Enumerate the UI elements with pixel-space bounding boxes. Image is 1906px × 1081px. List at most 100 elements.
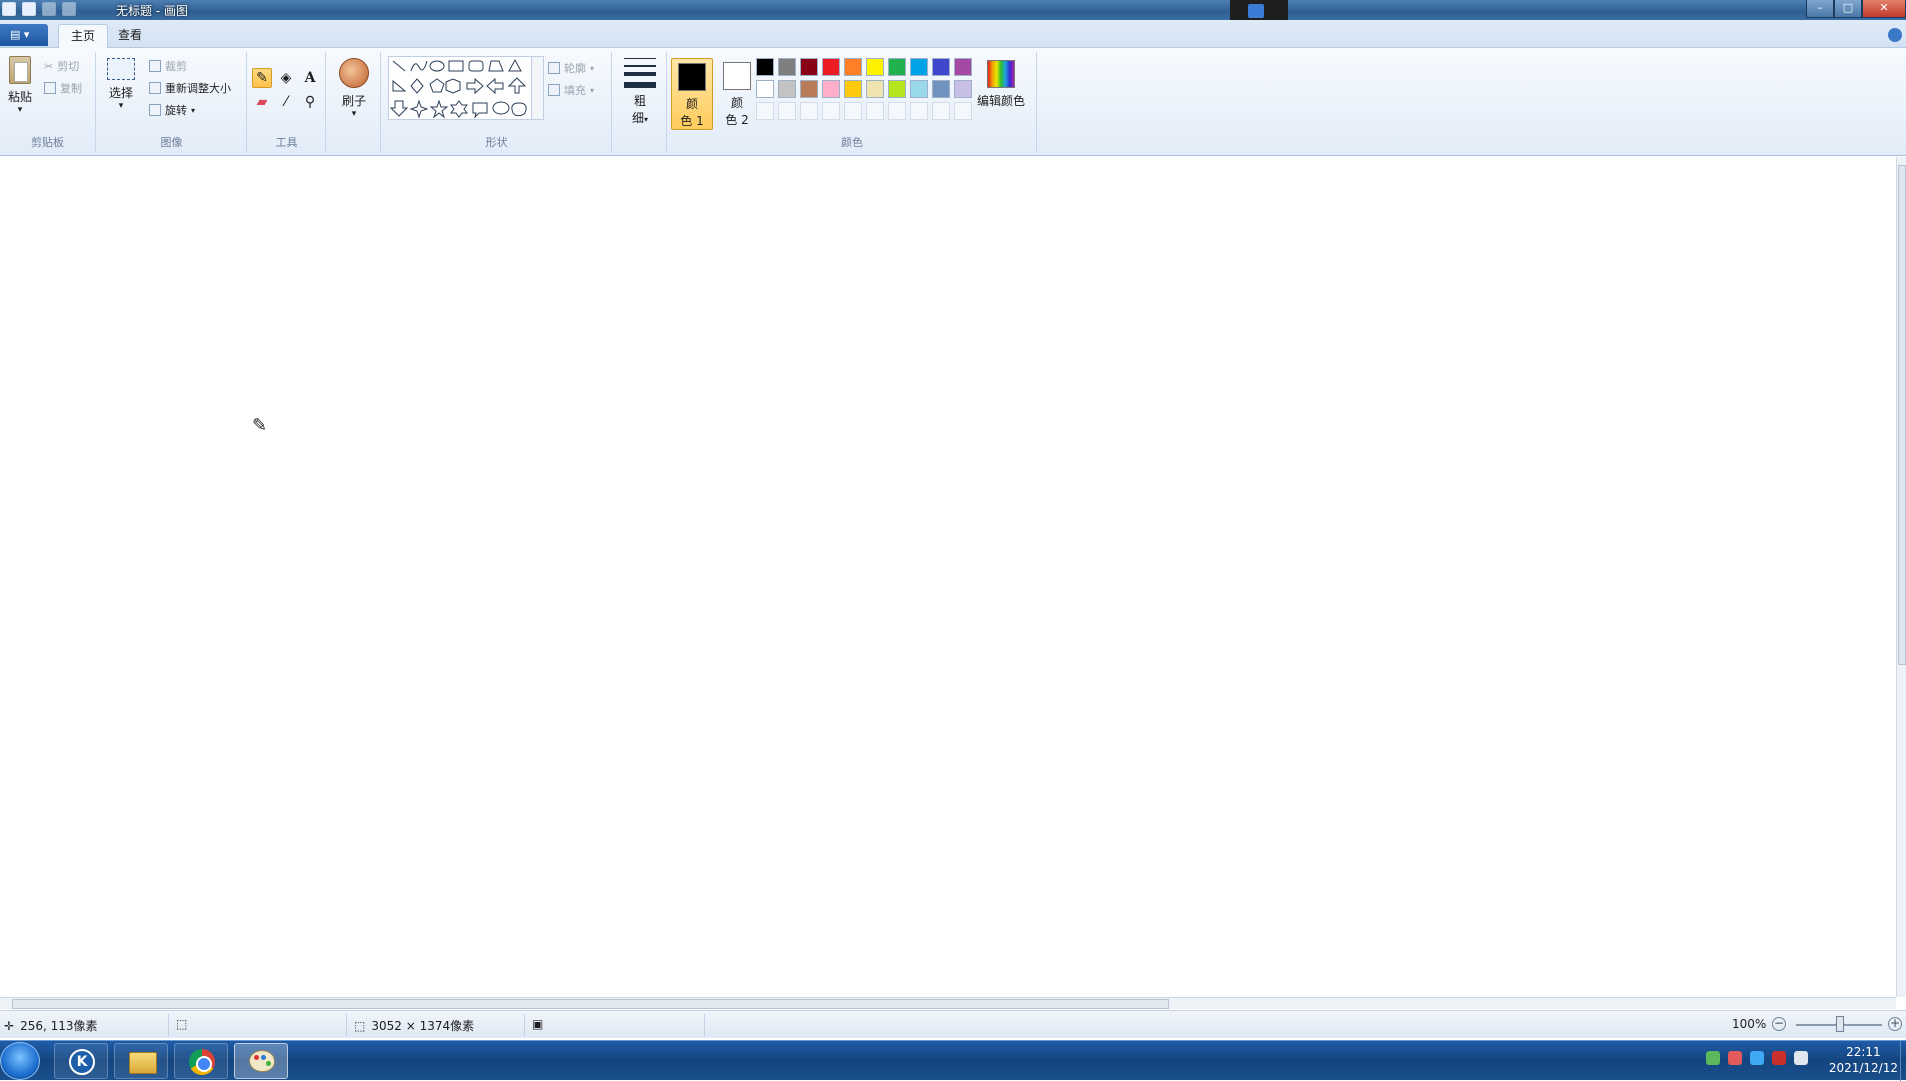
status-divider <box>346 1014 347 1036</box>
clock-time: 22:11 <box>1846 1045 1881 1059</box>
color2-label-1: 颜 <box>730 96 743 110</box>
color2-label-2: 色 2 <box>725 113 749 127</box>
palette-swatch[interactable] <box>756 58 774 76</box>
horizontal-scrollbar[interactable] <box>0 997 1896 1009</box>
maximize-button[interactable]: □ <box>1834 0 1862 18</box>
custom-color-slot[interactable] <box>778 102 796 120</box>
zoom-slider-thumb[interactable] <box>1836 1016 1844 1032</box>
palette-swatch[interactable] <box>778 80 796 98</box>
palette-swatch[interactable] <box>888 80 906 98</box>
palette-swatch[interactable] <box>822 58 840 76</box>
palette-swatch[interactable] <box>778 58 796 76</box>
status-divider <box>704 1014 705 1036</box>
taskbar-k-app[interactable]: K <box>54 1043 108 1079</box>
palette-swatch[interactable] <box>866 58 884 76</box>
palette-swatch[interactable] <box>910 80 928 98</box>
tab-view[interactable]: 查看 <box>106 24 154 48</box>
palette-swatch[interactable] <box>910 58 928 76</box>
taskbar-clock[interactable]: 22:11 2021/12/12 <box>1829 1044 1898 1076</box>
image-size: ⬚ 3052 × 1374像素 <box>354 1017 474 1034</box>
ime-icon[interactable] <box>1248 4 1264 18</box>
paint-menu-button[interactable]: ▤ ▾ <box>0 24 48 46</box>
title-bar: 无标题 - 画图 – □ ✕ <box>0 0 1906 24</box>
status-bar: ✛ 256, 113像素 ⬚ ⬚ 3052 × 1374像素 ▣ 100% − … <box>0 1010 1906 1038</box>
palette-swatch[interactable] <box>822 80 840 98</box>
close-button[interactable]: ✕ <box>1862 0 1906 18</box>
custom-color-slot[interactable] <box>800 102 818 120</box>
custom-color-slot[interactable] <box>954 102 972 120</box>
zoom-level-text: 100% <box>1732 1017 1767 1031</box>
tab-home[interactable]: 主页 <box>58 24 109 48</box>
custom-color-slot[interactable] <box>844 102 862 120</box>
palette-swatch[interactable] <box>932 80 950 98</box>
palette-swatch[interactable] <box>756 80 774 98</box>
custom-color-slot[interactable] <box>910 102 928 120</box>
taskbar-chrome[interactable] <box>174 1043 228 1079</box>
custom-color-slot[interactable] <box>888 102 906 120</box>
horizontal-scroll-thumb[interactable] <box>12 999 1169 1009</box>
palette-swatch[interactable] <box>954 58 972 76</box>
disk-icon: ▣ <box>532 1017 544 1031</box>
tray-security-icon[interactable] <box>1728 1051 1742 1065</box>
color-palette <box>756 58 972 120</box>
colors-group-divider <box>1036 52 1037 152</box>
palette-swatch[interactable] <box>800 58 818 76</box>
palette-swatch[interactable] <box>844 58 862 76</box>
palette-swatch[interactable] <box>866 80 884 98</box>
selection-size: ⬚ <box>176 1017 187 1031</box>
system-tray <box>1706 1051 1808 1065</box>
image-size-text: 3052 × 1374像素 <box>371 1019 475 1033</box>
edit-colors-icon <box>987 60 1015 88</box>
vertical-scrollbar[interactable] <box>1896 157 1906 997</box>
clock-date: 2021/12/12 <box>1828 1061 1898 1075</box>
zoom-level: 100% <box>1732 1017 1766 1031</box>
palette-swatch[interactable] <box>954 80 972 98</box>
show-desktop-button[interactable] <box>1900 1041 1906 1081</box>
zoom-out-button[interactable]: − <box>1772 1017 1786 1031</box>
drawing-canvas[interactable]: ✎ <box>0 157 1896 997</box>
color1-label-2: 色 1 <box>680 114 704 128</box>
pencil-cursor-icon: ✎ <box>252 415 268 436</box>
palette-swatch[interactable] <box>800 80 818 98</box>
palette-swatch[interactable] <box>844 80 862 98</box>
start-button[interactable] <box>0 1042 40 1080</box>
ribbon: 粘贴 ▾ ✂ 剪切 复制 剪贴板 选择 ▾ 裁剪 重新调整大小 旋转 ▾ 图像 ✎ … <box>0 48 1906 156</box>
window-title: 无标题 - 画图 <box>116 4 188 18</box>
custom-color-slot[interactable] <box>822 102 840 120</box>
undo-icon[interactable] <box>42 2 56 16</box>
zoom-in-button[interactable]: + <box>1888 1017 1902 1031</box>
palette-swatch[interactable] <box>932 58 950 76</box>
tray-network-icon[interactable] <box>1794 1051 1808 1065</box>
color1-swatch <box>678 63 706 91</box>
paint-icon <box>249 1050 275 1072</box>
palette-swatch[interactable] <box>888 58 906 76</box>
file-explorer-icon <box>129 1052 157 1074</box>
custom-color-slot[interactable] <box>866 102 884 120</box>
save-icon[interactable] <box>22 2 36 16</box>
paint-app-icon[interactable] <box>2 2 16 16</box>
edit-colors-label: 编辑颜色 <box>976 94 1025 108</box>
window-controls: – □ ✕ <box>1806 0 1906 18</box>
color2-button[interactable]: 颜 色 2 <box>717 58 757 130</box>
colors-group: 颜 色 1 颜 色 2 编辑颜色 颜色 <box>0 52 1036 152</box>
edit-colors-button[interactable]: 编辑颜色 <box>973 60 1029 109</box>
image-size-icon: ⬚ <box>354 1018 366 1033</box>
taskbar-paint[interactable] <box>234 1043 288 1079</box>
selection-size-icon: ⬚ <box>176 1017 188 1031</box>
tray-app-icon[interactable] <box>1706 1051 1720 1065</box>
custom-color-slot[interactable] <box>756 102 774 120</box>
help-icon[interactable] <box>1888 28 1902 42</box>
ribbon-tab-row: ▤ ▾ 主页 查看 <box>0 20 1906 48</box>
custom-color-slot[interactable] <box>932 102 950 120</box>
chrome-icon <box>189 1049 215 1075</box>
vertical-scroll-thumb[interactable] <box>1898 165 1906 665</box>
file-size: ▣ <box>532 1017 543 1031</box>
tray-shield-icon[interactable] <box>1750 1051 1764 1065</box>
redo-icon[interactable] <box>62 2 76 16</box>
taskbar-file-explorer[interactable] <box>114 1043 168 1079</box>
cursor-position-text: 256, 113像素 <box>20 1019 98 1033</box>
quick-access-toolbar <box>2 2 76 16</box>
color1-button[interactable]: 颜 色 1 <box>671 58 713 130</box>
minimize-button[interactable]: – <box>1806 0 1834 18</box>
tray-volume-icon[interactable] <box>1772 1051 1786 1065</box>
